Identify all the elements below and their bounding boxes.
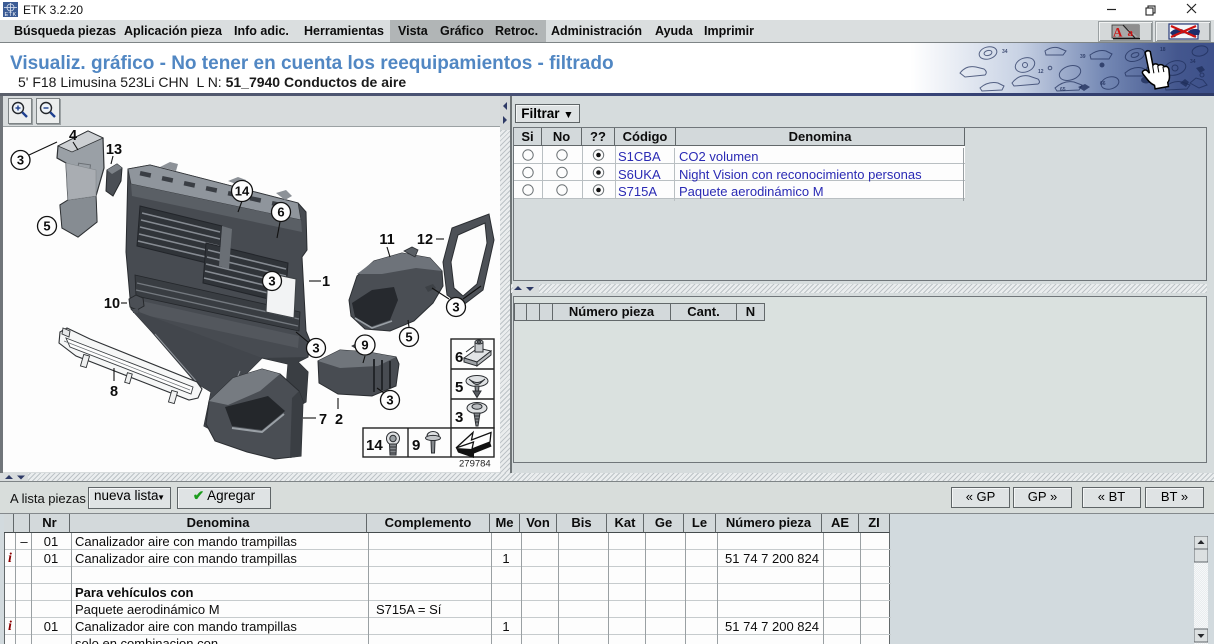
svg-text:34: 34 (1190, 59, 1196, 65)
svg-text:3: 3 (386, 393, 393, 408)
svg-text:5: 5 (43, 219, 50, 234)
svg-text:3: 3 (17, 153, 24, 168)
svg-text:14: 14 (366, 437, 383, 454)
svg-text:9: 9 (361, 338, 368, 353)
svg-text:13: 13 (106, 142, 122, 158)
svg-text:7: 7 (319, 412, 327, 428)
svg-text:5: 5 (405, 330, 412, 345)
svg-text:66: 66 (1100, 81, 1106, 87)
svg-text:3: 3 (312, 341, 319, 356)
svg-text:14: 14 (235, 184, 250, 199)
svg-text:3: 3 (268, 274, 275, 289)
svg-text:4: 4 (69, 128, 77, 144)
svg-text:A: A (1113, 25, 1123, 40)
svg-text:34: 34 (1002, 49, 1008, 55)
svg-text:8: 8 (110, 384, 118, 400)
svg-text:1: 1 (322, 274, 330, 290)
svg-text:3: 3 (455, 409, 463, 426)
svg-text:10: 10 (104, 296, 120, 312)
svg-text:39: 39 (1080, 54, 1086, 60)
svg-text:11: 11 (379, 232, 394, 248)
svg-text:2: 2 (335, 412, 343, 428)
svg-text:6: 6 (277, 205, 284, 220)
svg-text:9: 9 (412, 437, 420, 454)
svg-text:3: 3 (452, 300, 459, 315)
svg-text:279784: 279784 (459, 459, 491, 470)
svg-text:12: 12 (1038, 69, 1044, 75)
svg-text:6: 6 (455, 349, 463, 366)
svg-text:ETK: ETK (5, 12, 17, 17)
svg-text:5: 5 (455, 379, 463, 396)
svg-text:12: 12 (417, 232, 433, 248)
svg-text:a: a (1128, 27, 1134, 39)
